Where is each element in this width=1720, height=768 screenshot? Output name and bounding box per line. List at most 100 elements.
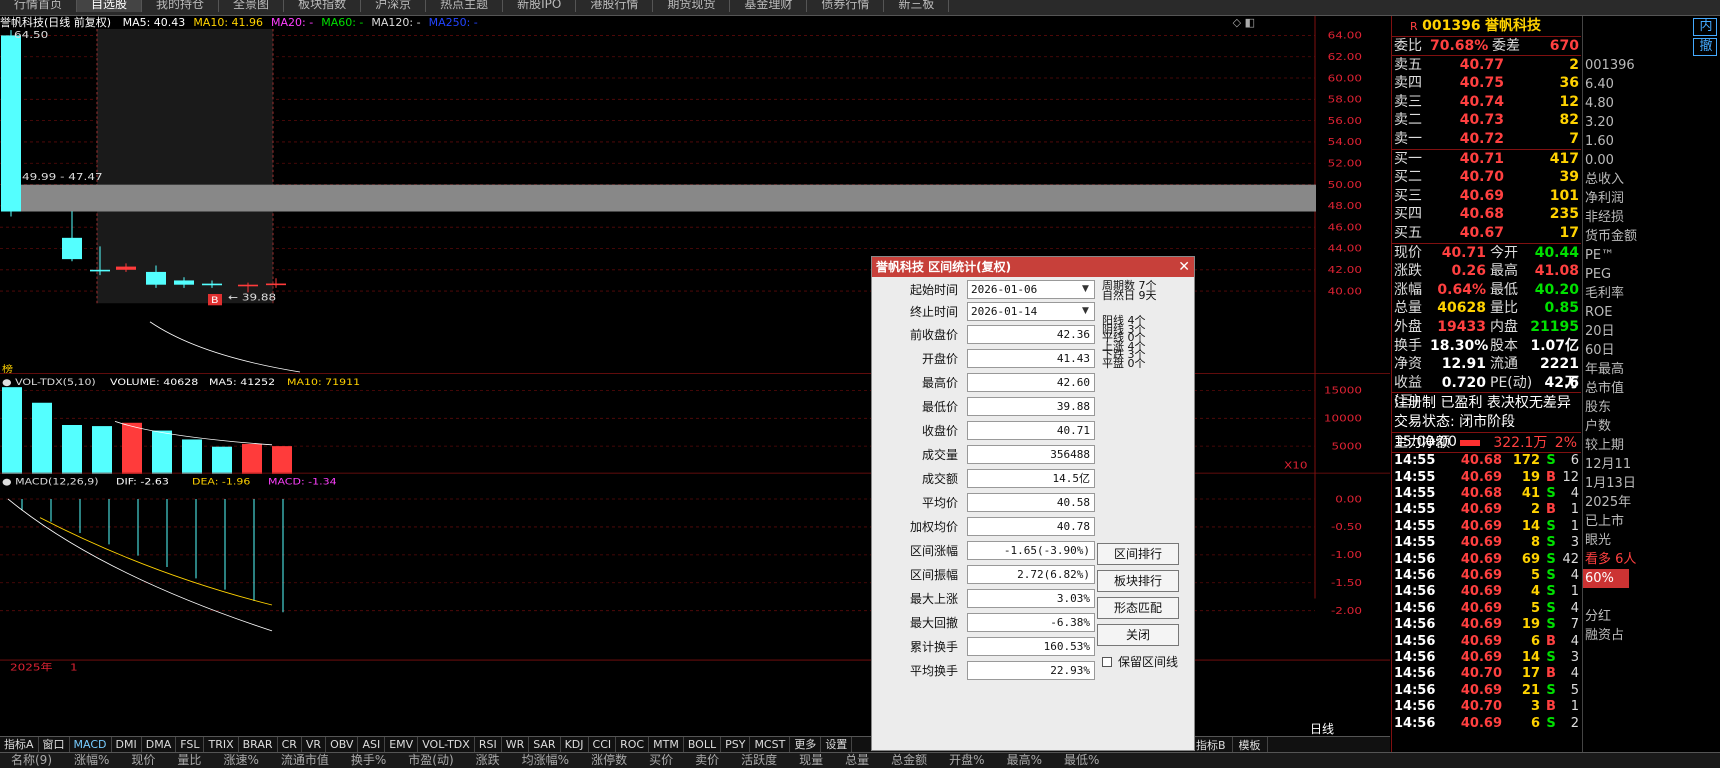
top-menu-item[interactable]: 债券行情	[807, 0, 885, 12]
indicator-tab[interactable]: EMV	[385, 737, 419, 752]
dialog-button[interactable]: 区间排行	[1097, 543, 1179, 565]
indicator-tab[interactable]: PSY	[721, 737, 751, 752]
ask-row[interactable]: 卖二 40.73 82	[1392, 111, 1581, 130]
indicator-tab[interactable]: 设置	[821, 737, 853, 752]
dialog-button[interactable]: 板块排行	[1097, 570, 1179, 592]
column-header[interactable]: 涨幅%	[63, 753, 120, 768]
start-date-select[interactable]: 2026-01-06	[967, 280, 1095, 299]
indicator-tab[interactable]: WR	[502, 737, 530, 752]
ask-row[interactable]: 卖三 40.74 12	[1392, 93, 1581, 112]
dea-line	[39, 517, 273, 606]
indicator-tab[interactable]: 窗口	[39, 737, 70, 752]
indicator-tab[interactable]: DMI	[112, 737, 142, 752]
column-header[interactable]: 市盈(动)	[397, 753, 464, 768]
bid-row[interactable]: 买三 40.69 101	[1392, 187, 1581, 206]
ask-row[interactable]: 卖四 40.75 36	[1392, 74, 1581, 93]
column-header[interactable]: 涨停数	[580, 753, 638, 768]
indicator-tab[interactable]: KDJ	[561, 737, 589, 752]
column-header[interactable]: 最低%	[1053, 753, 1110, 768]
quote-panel: R 001396 誉帆科技 委比 70.68% 委差 670 卖五 40.77 2 卖…	[1391, 16, 1581, 768]
column-header[interactable]: 涨速%	[212, 753, 269, 768]
dialog-button[interactable]: 形态匹配	[1097, 597, 1179, 619]
indicator-tab[interactable]: RSI	[475, 737, 502, 752]
ask-row[interactable]: 卖一 40.72 7	[1392, 130, 1581, 149]
indicator-tab[interactable]: 更多	[790, 737, 822, 752]
edge-item[interactable]: 撤	[1693, 38, 1717, 56]
top-menu-item[interactable]: 沪深京	[361, 0, 427, 12]
indicator-tab[interactable]: FSL	[176, 737, 205, 752]
top-menu-item[interactable]: 行情首页	[0, 0, 78, 12]
tab-daily[interactable]: 日线	[1310, 720, 1334, 737]
end-time-row: 终止时间 2026-01-14 ▼	[872, 302, 1095, 322]
top-menu-item[interactable]: 港股行情	[576, 0, 654, 12]
close-icon[interactable]: ✕	[1178, 257, 1190, 277]
indicator-tab[interactable]: MACD	[70, 737, 112, 752]
column-header[interactable]: 总量	[834, 753, 880, 768]
candle-body	[266, 283, 286, 286]
field-value: 40.58	[967, 493, 1095, 512]
top-menu-item[interactable]: 新股IPO	[503, 0, 577, 12]
bid-row[interactable]: 买五 40.67 17	[1392, 224, 1581, 243]
range-selection[interactable]	[97, 28, 273, 304]
top-menu-item[interactable]: 新三板	[884, 0, 950, 12]
top-menu-item[interactable]: 热点主题	[426, 0, 504, 12]
indicator-tab[interactable]: VR	[302, 737, 327, 752]
indicator-tab[interactable]: VOL-TDX	[418, 737, 475, 752]
column-header[interactable]: 量比	[166, 753, 212, 768]
indicator-tab[interactable]: BRAR	[239, 737, 278, 752]
column-header[interactable]: 名称(9)	[0, 753, 63, 768]
top-menu-item[interactable]: 基金理财	[730, 0, 808, 12]
top-menu-item[interactable]: 期货现货	[653, 0, 731, 12]
top-menu-item[interactable]: 我的持仓	[142, 0, 220, 12]
indicator-tab[interactable]: DMA	[142, 737, 177, 752]
edge-item	[1583, 588, 1720, 607]
indicator-tab[interactable]: CR	[278, 737, 302, 752]
column-header[interactable]: 开盘%	[938, 753, 995, 768]
dialog-button[interactable]: 关闭	[1097, 624, 1179, 646]
ask-row[interactable]: 卖五 40.77 2	[1392, 56, 1581, 75]
bid-row[interactable]: 买一 40.71 417	[1392, 150, 1581, 169]
tick-row: 14:56 40.69 14 S 3	[1394, 649, 1579, 665]
column-header[interactable]: 换手%	[340, 753, 397, 768]
column-header[interactable]: 卖价	[684, 753, 730, 768]
indicator-tab[interactable]: TRIX	[204, 737, 239, 752]
price-tick: 54.00	[1328, 136, 1362, 148]
end-date-select[interactable]: 2026-01-14	[967, 302, 1095, 321]
column-header[interactable]: 均涨幅%	[511, 753, 580, 768]
indicator-tab[interactable]: ROC	[616, 737, 650, 752]
indicator-tab[interactable]: SAR	[529, 737, 561, 752]
high-label: 64.50	[14, 29, 48, 41]
column-header[interactable]: 总金额	[880, 753, 938, 768]
indicator-tab[interactable]: MCST	[750, 737, 791, 752]
keep-range-checkbox[interactable]	[1102, 656, 1112, 667]
indicator-tab[interactable]: OBV	[326, 737, 359, 752]
top-menu-item[interactable]: 全景图	[219, 0, 285, 12]
chevron-down-icon[interactable]: ▼	[1082, 306, 1089, 316]
chevron-down-icon[interactable]: ▼	[1082, 284, 1089, 294]
indicator-tab[interactable]: CCI	[589, 737, 617, 752]
column-header[interactable]: 现价	[120, 753, 166, 768]
weicha-value: 670	[1549, 38, 1579, 54]
tab-right-item[interactable]: 模板	[1233, 737, 1268, 753]
column-header[interactable]: 买价	[638, 753, 684, 768]
indicator-tab[interactable]: BOLL	[684, 737, 722, 752]
column-header[interactable]: 现量	[788, 753, 834, 768]
column-header[interactable]: 活跃度	[730, 753, 788, 768]
tick-list[interactable]: 14:55 40.68 172 S 6 14:55 40.69 19 B 12 14:55 40.68…	[1392, 452, 1581, 732]
edge-item[interactable]: 内	[1693, 18, 1717, 36]
indicator-tab[interactable]: ASI	[358, 737, 386, 752]
bid-row[interactable]: 买四 40.68 235	[1392, 205, 1581, 224]
top-menu-item[interactable]: 自选股	[77, 0, 143, 12]
column-header[interactable]: 最高%	[996, 753, 1053, 768]
column-header[interactable]: 流通市值	[270, 753, 340, 768]
tab-right-item[interactable]: 指标B	[1190, 737, 1233, 753]
indicator-tab[interactable]: MTM	[649, 737, 684, 752]
edge-item: 年最高	[1585, 362, 1625, 377]
keep-range-option[interactable]: 保留区间线	[1102, 653, 1178, 670]
top-menu-item[interactable]: 板块指数	[284, 0, 362, 12]
column-header[interactable]: 涨跌	[465, 753, 511, 768]
edge-item: 融资占	[1585, 628, 1625, 643]
bid-row[interactable]: 买二 40.70 39	[1392, 168, 1581, 187]
edge-item: ROE	[1585, 305, 1613, 320]
indicator-tab[interactable]: 指标A	[0, 737, 39, 752]
